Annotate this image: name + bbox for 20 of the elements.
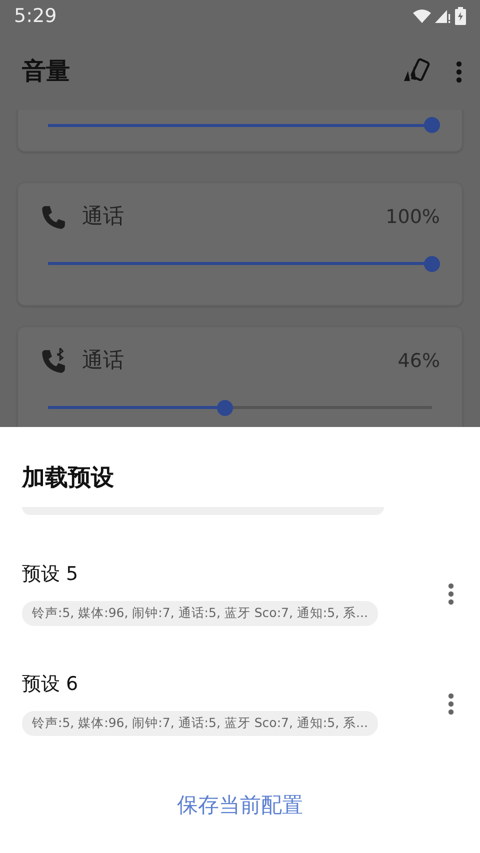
volume-label: 通话 bbox=[82, 203, 125, 230]
preset-summary: 铃声:5, 媒体:96, 闹钟:7, 通话:5, 蓝牙 Sco:7, 通知:5, 系... bbox=[22, 710, 378, 736]
phone-icon bbox=[40, 204, 66, 230]
preset-name[interactable]: 预设 6 bbox=[22, 670, 444, 699]
slider-thumb[interactable] bbox=[424, 117, 440, 133]
preset-summary: 铃声:5, 媒体:96, 闹钟:7, 通话:5, 蓝牙 Sco:7, 通知:5, 系... bbox=[22, 600, 378, 626]
battery-icon bbox=[455, 7, 466, 25]
volume-reading: 100% bbox=[386, 204, 440, 230]
signal-icon bbox=[435, 9, 451, 23]
slider-thumb[interactable] bbox=[216, 400, 233, 416]
wifi-icon bbox=[413, 9, 431, 23]
bluetooth-phone-icon bbox=[40, 348, 66, 374]
app-title: 音量 bbox=[22, 56, 71, 87]
sheet-title: 加载预设 bbox=[20, 464, 115, 493]
slider-thumb[interactable] bbox=[424, 256, 440, 272]
clock: 5:29 bbox=[14, 4, 57, 29]
volume-reading: 46% bbox=[398, 348, 440, 374]
volume-label: 通话 bbox=[82, 347, 125, 374]
preset-name[interactable]: 预设 5 bbox=[22, 560, 444, 589]
save-config-button[interactable]: 保存当前配置 bbox=[171, 789, 309, 822]
